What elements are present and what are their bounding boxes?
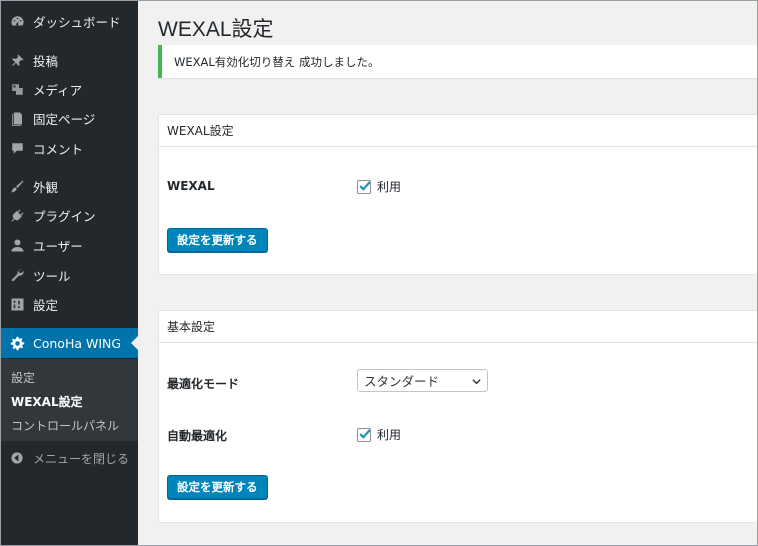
sidebar-item-users[interactable]: ユーザー: [1, 230, 138, 260]
notice-text: WEXAL有効化切り替え 成功しました。: [174, 54, 380, 69]
collapse-arrow-icon: [9, 450, 25, 466]
sidebar-item-conoha-wing[interactable]: ConoHa WING: [1, 328, 138, 358]
sidebar-item-settings[interactable]: 設定: [1, 289, 138, 319]
sidebar-item-label: ダッシュボード: [33, 14, 121, 30]
sidebar-item-appearance[interactable]: 外観: [1, 171, 138, 201]
basic-settings-panel: 基本設定 最適化モード スタンダード 自動最適化 利用 設定を更新する: [158, 310, 757, 523]
update-settings-button[interactable]: 設定を更新する: [167, 228, 268, 252]
sidebar-item-label: 設定: [33, 297, 59, 313]
auto-optimize-row: 自動最適化: [167, 427, 227, 444]
page-icon: [9, 110, 25, 126]
sidebar-item-tools[interactable]: ツール: [1, 260, 138, 290]
auto-optimize-label: 自動最適化: [167, 429, 228, 443]
checkbox-label: 利用: [377, 180, 402, 194]
checkbox-box[interactable]: [357, 179, 371, 194]
auto-optimize-checkbox[interactable]: 利用: [357, 426, 401, 443]
wexal-row: WEXAL: [167, 179, 215, 193]
mode-row: 最適化モード: [167, 375, 239, 392]
collapse-menu-label: メニューを閉じる: [33, 451, 130, 466]
sidebar-item-label: 投稿: [33, 53, 59, 69]
collapse-menu-button[interactable]: メニューを閉じる: [1, 444, 138, 472]
settings-icon: [9, 296, 25, 312]
wexal-field-label: WEXAL: [167, 179, 215, 193]
sidebar-item-label: 固定ページ: [33, 111, 96, 127]
chevron-down-icon: [472, 379, 481, 385]
update-settings-button[interactable]: 設定を更新する: [167, 475, 268, 499]
pin-icon: [9, 52, 25, 68]
panel-heading: 基本設定: [159, 311, 757, 343]
dashboard-icon: [9, 13, 25, 29]
user-icon: [9, 237, 25, 253]
optimization-mode-label: 最適化モード: [167, 377, 240, 391]
admin-sidebar: ダッシュボード 投稿 メディア 固定ページ コメント 外観 プラグイン ユーザー…: [1, 1, 138, 545]
checkmark-icon: [359, 428, 371, 439]
sidebar-item-label: ユーザー: [33, 238, 83, 254]
page-title: WEXAL設定: [158, 18, 274, 41]
main-content: WEXAL設定 WEXAL有効化切り替え 成功しました。 WEXAL設定 WEX…: [138, 1, 757, 545]
sidebar-item-dashboard[interactable]: ダッシュボード: [1, 6, 138, 36]
conoha-submenu: 設定 WEXAL設定 コントロールパネル: [1, 359, 138, 441]
sidebar-item-label: ツール: [33, 268, 71, 284]
brush-icon: [9, 178, 25, 194]
media-icon: [9, 81, 25, 97]
submenu-item-wexal-settings[interactable]: WEXAL設定: [11, 393, 83, 410]
success-notice: WEXAL有効化切り替え 成功しました。: [158, 45, 757, 78]
checkbox-label: 利用: [377, 428, 402, 442]
sidebar-item-plugins[interactable]: プラグイン: [1, 200, 138, 230]
admin-window: ダッシュボード 投稿 メディア 固定ページ コメント 外観 プラグイン ユーザー…: [0, 0, 758, 546]
sidebar-item-posts[interactable]: 投稿: [1, 45, 138, 75]
select-value: スタンダード: [364, 374, 440, 389]
submenu-item-settings[interactable]: 設定: [11, 369, 35, 386]
panel-heading: WEXAL設定: [159, 115, 757, 147]
sidebar-item-label: コメント: [33, 141, 84, 157]
sidebar-item-label: 外観: [33, 179, 59, 195]
sidebar-item-label: ConoHa WING: [33, 335, 122, 351]
sidebar-item-label: メディア: [33, 82, 83, 98]
sidebar-item-pages[interactable]: 固定ページ: [1, 103, 138, 133]
wexal-settings-panel: WEXAL設定 WEXAL 利用 設定を更新する: [158, 114, 757, 275]
plugin-icon: [9, 207, 25, 223]
sidebar-item-label: プラグイン: [33, 208, 96, 224]
optimization-mode-select[interactable]: スタンダード: [357, 369, 488, 392]
comment-icon: [9, 140, 25, 156]
wrench-icon: [9, 267, 25, 283]
gear-icon: [9, 335, 25, 351]
wexal-enable-checkbox[interactable]: 利用: [357, 178, 401, 195]
sidebar-item-media[interactable]: メディア: [1, 74, 138, 104]
sidebar-item-comments[interactable]: コメント: [1, 133, 138, 163]
checkmark-icon: [359, 180, 371, 191]
submenu-item-control-panel[interactable]: コントロールパネル: [11, 417, 119, 434]
checkbox-box[interactable]: [357, 427, 371, 442]
